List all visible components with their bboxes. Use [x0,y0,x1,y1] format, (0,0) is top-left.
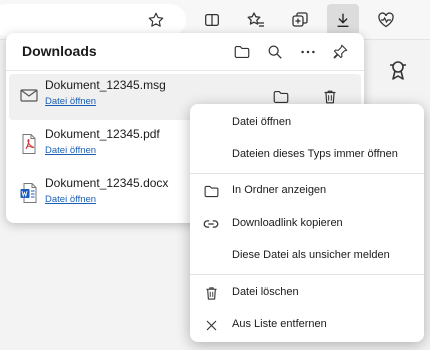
download-arrow-icon [337,13,349,27]
open-downloads-folder-button[interactable] [228,38,256,66]
menu-item-remove-from-list[interactable]: Aus Liste entfernen [190,311,424,339]
sidebar-award-icon[interactable] [386,58,410,82]
search-icon [268,45,282,59]
favorites-button[interactable] [240,4,272,36]
download-file-name: Dokument_12345.pdf [45,127,160,141]
menu-item-label: Aus Liste entfernen [232,318,327,330]
menu-item-label: Dateien dieses Typs immer öffnen [232,148,398,160]
pin-icon [333,44,348,59]
link-icon [202,215,220,233]
open-file-link[interactable]: Datei öffnen [45,194,96,205]
menu-item-label: Diese Datei als unsicher melden [232,249,390,261]
menu-item-delete-file[interactable]: Datei löschen [190,279,424,307]
star-icon[interactable] [140,4,172,36]
menu-item-label: Datei öffnen [232,116,292,128]
word-file-icon [19,182,39,204]
pin-panel-button[interactable] [326,38,354,66]
split-screen-button[interactable] [196,4,228,36]
open-file-link[interactable]: Datei öffnen [45,96,96,107]
menu-divider [190,274,424,275]
split-screen-icon [205,13,219,27]
panel-divider [6,70,364,71]
folder-icon [234,46,250,58]
pdf-file-icon [19,133,39,155]
search-downloads-button[interactable] [261,38,289,66]
download-file-name: Dokument_12345.msg [45,78,166,92]
collections-icon [292,12,308,27]
open-file-link[interactable]: Datei öffnen [45,145,96,156]
menu-item-label: In Ordner anzeigen [232,184,327,196]
menu-item-label: Downloadlink kopieren [232,217,343,229]
mail-file-icon [19,84,39,106]
menu-item-always-open-type[interactable]: Dateien dieses Typs immer öffnen [190,141,424,169]
more-options-button[interactable] [294,38,322,66]
menu-item-report-unsafe[interactable]: Diese Datei als unsicher melden [190,242,424,270]
address-bar[interactable] [0,4,186,36]
menu-item-show-in-folder[interactable]: In Ordner anzeigen [190,177,424,205]
close-icon [202,316,220,334]
folder-icon [202,182,220,200]
menu-item-open-file[interactable]: Datei öffnen [190,109,424,137]
downloads-title: Downloads [22,43,97,59]
download-context-menu: Datei öffnen Dateien dieses Typs immer ö… [190,104,424,342]
menu-divider [190,173,424,174]
download-file-name: Dokument_12345.docx [45,176,169,190]
heart-pulse-icon [378,12,394,28]
downloads-button[interactable] [327,4,359,36]
collections-button[interactable] [284,4,316,36]
favorites-star-list-icon [247,12,264,27]
menu-item-copy-link[interactable]: Downloadlink kopieren [190,210,424,238]
trash-icon [202,284,220,302]
menu-item-label: Datei löschen [232,286,299,298]
more-horizontal-icon [301,50,315,54]
browser-essentials-button[interactable] [370,4,402,36]
